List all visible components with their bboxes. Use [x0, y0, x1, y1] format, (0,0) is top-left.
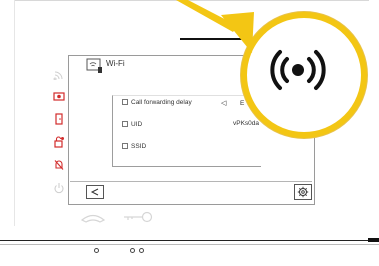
settings-button[interactable] — [294, 184, 312, 200]
back-icon — [90, 188, 99, 196]
wifi-settings-icon — [86, 58, 104, 74]
base-corner-mark — [368, 238, 379, 242]
menu-row-label: Call forwarding delay — [131, 99, 192, 106]
settings-icon — [297, 186, 309, 198]
base-edge-line — [0, 240, 379, 241]
row-value-partial: E — [240, 100, 245, 107]
mute-bell-icon[interactable] — [48, 157, 70, 173]
key-icon[interactable] — [122, 210, 154, 229]
indicator-dot — [130, 248, 135, 253]
handset-icon[interactable] — [80, 211, 106, 229]
lock-icon[interactable] — [48, 134, 70, 150]
indicator-dot — [139, 248, 144, 253]
device-top-edge — [14, 0, 369, 1]
broadcast-icon-bg — [276, 52, 296, 72]
indicator-dot — [94, 248, 99, 253]
device-left-edge — [14, 0, 15, 226]
broadcast-icon — [270, 50, 326, 90]
camera-icon[interactable] — [48, 88, 70, 104]
menu-row-label: UID — [131, 121, 143, 128]
uid-value: vPKs0da — [233, 120, 260, 127]
row-checkbox-icon — [122, 99, 128, 106]
menu-row-call-forwarding-delay[interactable]: Call forwarding delay — [122, 99, 192, 106]
door-icon[interactable] — [48, 111, 70, 127]
left-arrow-icon[interactable]: ◁ — [221, 99, 226, 107]
wifi-signal-icon[interactable] — [48, 66, 70, 82]
power-icon[interactable] — [48, 180, 70, 196]
menu-header-label: Wi-Fi — [106, 59, 125, 68]
screen-divider — [70, 181, 312, 182]
back-button[interactable] — [86, 185, 104, 199]
base-shadow-line — [0, 244, 379, 245]
row-checkbox-icon — [122, 143, 128, 150]
menu-row-label: SSID — [131, 143, 147, 150]
menu-row-ssid[interactable]: SSID — [122, 143, 146, 150]
device-top-slot — [180, 38, 262, 40]
menu-row-uid[interactable]: UID — [122, 121, 142, 128]
row-checkbox-icon — [122, 121, 128, 128]
